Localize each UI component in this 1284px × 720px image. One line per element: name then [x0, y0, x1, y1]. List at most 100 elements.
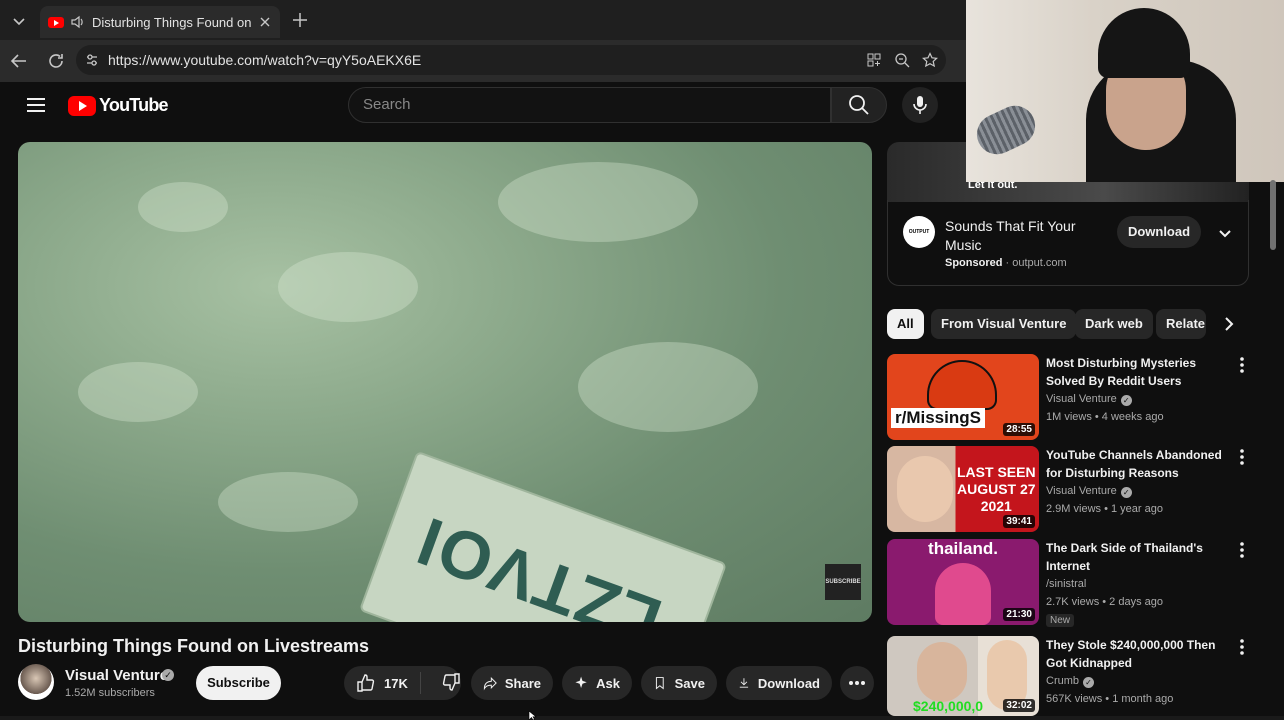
webcam-overlay	[966, 0, 1284, 182]
subscribe-watermark[interactable]: SUBSCRIBE	[825, 564, 861, 600]
share-icon	[483, 676, 497, 691]
more-vertical-icon[interactable]	[1235, 448, 1249, 466]
tab-title: Disturbing Things Found on L	[92, 14, 252, 30]
plate-text: LZTVOI	[406, 502, 671, 622]
site-info-icon[interactable]	[84, 52, 100, 68]
save-label: Save	[674, 675, 705, 691]
rec-title[interactable]: YouTube Channels Abandoned for Disturbin…	[1046, 446, 1226, 482]
chevron-down-icon[interactable]	[1216, 224, 1234, 242]
more-vertical-icon[interactable]	[1235, 541, 1249, 559]
new-badge: New	[1046, 614, 1075, 627]
share-button[interactable]: Share	[471, 666, 553, 700]
bookmark-star-icon[interactable]	[922, 52, 938, 68]
chip-all[interactable]: All	[887, 309, 924, 339]
bookmark-icon	[655, 677, 664, 690]
video-frame-detail	[78, 362, 198, 422]
rec-thumbnail[interactable]: $240,000,0 32:02	[887, 636, 1039, 716]
video-duration: 21:30	[1003, 608, 1035, 621]
more-actions-button[interactable]	[840, 666, 874, 700]
tab-list-chevron-icon[interactable]	[8, 10, 30, 32]
video-duration: 39:41	[1003, 515, 1035, 528]
like-button[interactable]: 17K	[344, 672, 421, 694]
rec-stats: 567K views • 1 month ago	[1046, 693, 1174, 705]
reload-icon[interactable]	[45, 50, 67, 72]
download-label: Download	[757, 675, 820, 691]
person-illustration	[897, 456, 953, 522]
advertiser-logo[interactable]: OUTPUT	[903, 216, 935, 248]
ad-domain: output.com	[1012, 257, 1067, 269]
thumb-text: r/MissingS	[891, 408, 985, 428]
logo-text: YouTube	[99, 95, 169, 115]
voice-search-button[interactable]	[902, 87, 938, 123]
youtube-favicon-icon	[48, 16, 64, 28]
ad-download-button[interactable]: Download	[1117, 216, 1201, 248]
video-title: Disturbing Things Found on Livestreams	[18, 636, 370, 656]
verified-badge-icon: ✓	[1120, 395, 1132, 406]
browser-tab[interactable]: Disturbing Things Found on L	[40, 6, 280, 38]
search-button[interactable]	[831, 87, 887, 123]
chevron-right-icon[interactable]	[1218, 313, 1240, 335]
thumbs-up-icon	[357, 674, 375, 692]
hamburger-menu-icon[interactable]	[25, 95, 47, 115]
new-tab-icon[interactable]	[290, 10, 310, 30]
rec-title[interactable]: The Dark Side of Thailand's Internet	[1046, 539, 1226, 575]
thumb-text: LAST SEEN AUGUST 27 2021	[957, 464, 1036, 515]
rec-channel[interactable]: /sinistral	[1046, 578, 1086, 590]
like-count: 17K	[384, 675, 408, 691]
dislike-button[interactable]	[429, 672, 473, 695]
youtube-logo[interactable]: YouTube	[68, 95, 169, 116]
speaker-icon[interactable]	[70, 14, 86, 30]
ad-meta: Sponsored · output.com	[945, 257, 1067, 269]
subscribe-button[interactable]: Subscribe	[196, 666, 281, 700]
channel-name[interactable]: Visual Venture	[65, 667, 168, 684]
thumb-text: $240,000,0	[913, 698, 984, 714]
url-text[interactable]: https://www.youtube.com/watch?v=qyY5oAEK…	[108, 52, 421, 68]
install-app-icon[interactable]	[866, 52, 882, 68]
download-icon	[739, 678, 749, 688]
channel-avatar[interactable]	[18, 664, 54, 700]
ask-button[interactable]: Ask	[562, 666, 632, 700]
download-button[interactable]: Download	[726, 666, 832, 700]
thumb-text-line: 2021	[980, 498, 1012, 514]
rec-stats: 2.7K views • 2 days ago	[1046, 596, 1163, 608]
rec-channel-name: Visual Venture	[1046, 393, 1117, 405]
save-button[interactable]: Save	[641, 666, 717, 700]
zoom-icon[interactable]	[894, 52, 910, 68]
rec-channel[interactable]: Crumb ✓	[1046, 675, 1095, 688]
chip-from-visual-venture[interactable]: From Visual Venture	[931, 309, 1077, 339]
ad-title[interactable]: Sounds That Fit Your Music	[945, 217, 1105, 255]
rec-channel[interactable]: Visual Venture ✓	[1046, 485, 1132, 498]
video-frame-detail	[218, 472, 358, 532]
rec-channel-name: Crumb	[1046, 675, 1080, 687]
microphone-icon	[913, 96, 927, 114]
close-tab-icon[interactable]	[258, 15, 272, 29]
video-frame-detail	[578, 342, 758, 432]
mascot-illustration	[927, 360, 997, 410]
thumb-text: thailand.	[928, 539, 998, 558]
back-icon[interactable]	[8, 50, 30, 72]
face-illustration	[935, 563, 991, 625]
ask-label: Ask	[596, 675, 620, 691]
video-player[interactable]: LZTVOI	[18, 142, 872, 622]
search-input[interactable]: Search	[348, 87, 831, 123]
rec-channel-name: Visual Venture	[1046, 485, 1117, 497]
chip-dark-web[interactable]: Dark web	[1075, 309, 1153, 339]
chip-related[interactable]: Relate	[1156, 309, 1206, 339]
video-duration: 32:02	[1003, 699, 1035, 712]
rec-thumbnail[interactable]: LAST SEEN AUGUST 27 2021 39:41	[887, 446, 1039, 532]
more-vertical-icon[interactable]	[1235, 356, 1249, 374]
scrollbar-thumb[interactable]	[1270, 180, 1276, 250]
rec-title[interactable]: They Stole $240,000,000 Then Got Kidnapp…	[1046, 636, 1226, 672]
rec-channel[interactable]: Visual Venture ✓	[1046, 393, 1132, 406]
more-vertical-icon[interactable]	[1235, 638, 1249, 656]
rec-title[interactable]: Most Disturbing Mysteries Solved By Redd…	[1046, 354, 1226, 390]
rec-thumbnail[interactable]: r/MissingS 28:55	[887, 354, 1039, 440]
mouse-cursor-icon	[528, 711, 537, 720]
video-frame-detail	[138, 182, 228, 232]
thumb-text-line: AUGUST 27	[957, 481, 1036, 497]
rec-thumbnail[interactable]: thailand. 21:30	[887, 539, 1039, 625]
streamer-beanie	[1098, 8, 1190, 78]
page-bottom-edge	[0, 716, 1284, 720]
video-frame-detail	[278, 252, 418, 322]
thumb-text-line: LAST SEEN	[957, 464, 1036, 480]
